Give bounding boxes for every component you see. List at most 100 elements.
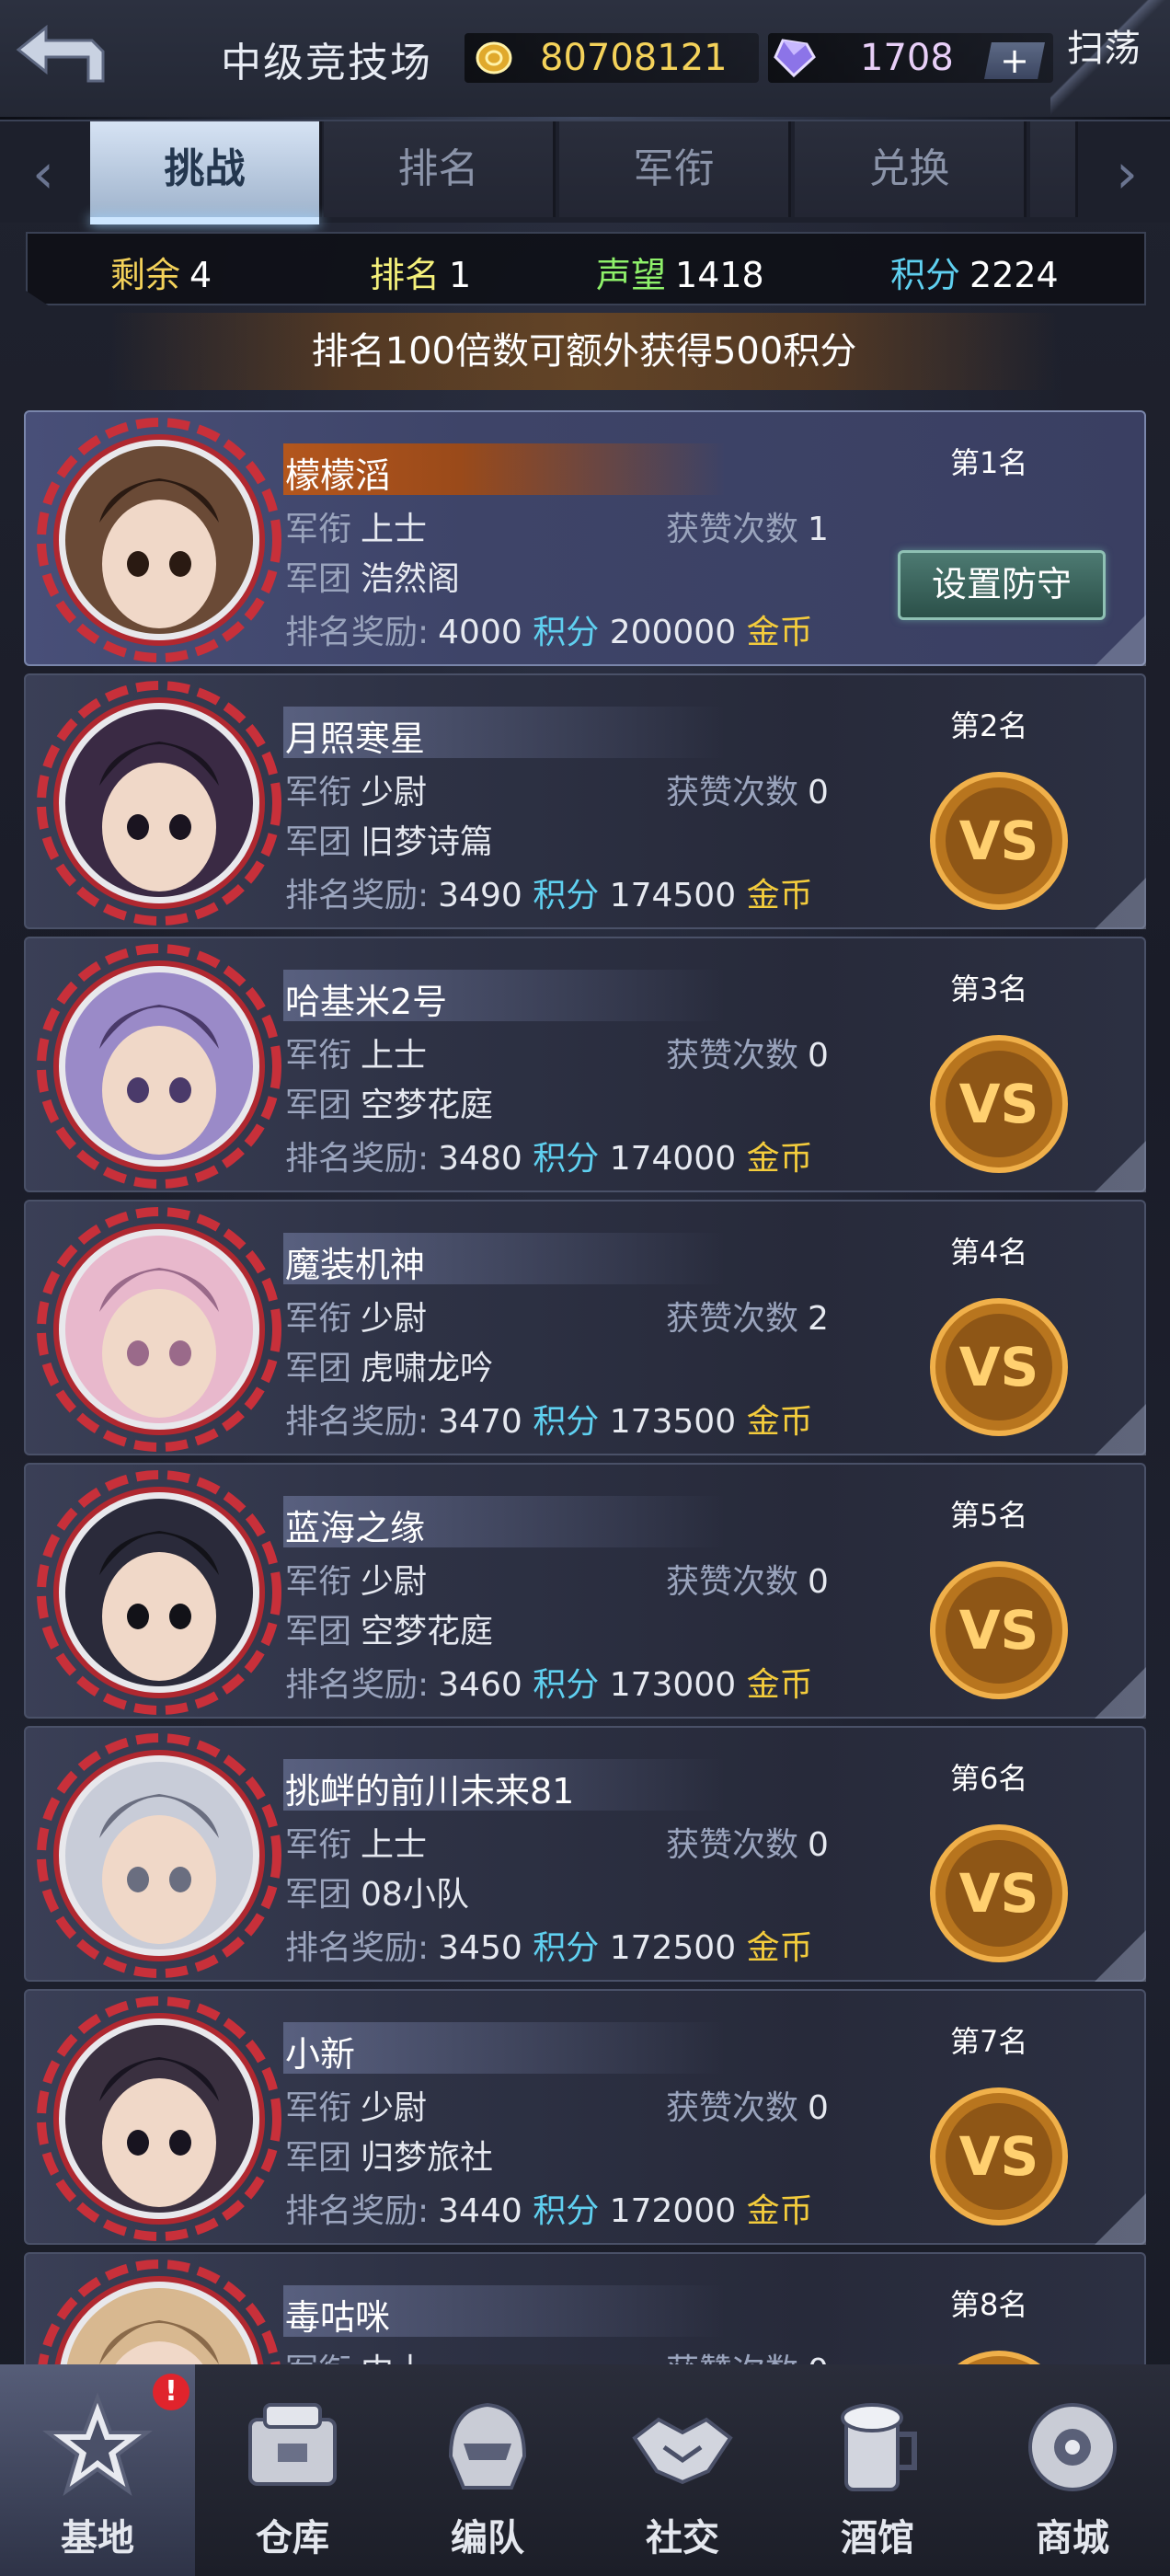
likes-value: 0: [808, 1037, 829, 1075]
nav-shop[interactable]: 商城: [975, 2364, 1170, 2576]
stat-prestige: 声望 1418: [596, 255, 764, 295]
player-avatar[interactable]: [35, 412, 283, 668]
reward-points: 3490: [438, 877, 522, 914]
player-rank: 第8名: [950, 2287, 1028, 2322]
reward-gold: 172000: [609, 2192, 737, 2230]
svg-text:VS: VS: [959, 1336, 1039, 1398]
tab-next-icon[interactable]: ›: [1104, 142, 1150, 206]
tab-ranking[interactable]: 排名: [324, 121, 556, 217]
nav-formation[interactable]: 编队: [390, 2364, 585, 2576]
likes-value: 2: [808, 1300, 829, 1338]
guild-value: 08小队: [361, 1876, 469, 1914]
military-rank-line: 军衔 少尉: [285, 1300, 428, 1338]
gem-amount: 1708: [860, 37, 954, 79]
player-avatar[interactable]: [35, 1991, 283, 2247]
opponent-row[interactable]: 挑衅的前川未来81 第6名 军衔 上士 获赞次数 0 军团 08小队 排名奖励: 345…: [24, 1726, 1146, 1982]
top-bar: 中级竞技场 80708121 1708 + 扫荡: [0, 0, 1170, 121]
player-name: 哈基米2号: [285, 982, 448, 1022]
tab-overflow: [1030, 121, 1078, 217]
gold-unit: 金币: [746, 1666, 813, 1704]
reward-line: 排名奖励: 3480 积分 174000 金币: [285, 1132, 813, 1179]
player-name: 毒咕咪: [285, 2297, 391, 2338]
player-rank: 第5名: [950, 1498, 1028, 1533]
vs-icon: VS: [930, 1298, 1068, 1436]
tab-exchange[interactable]: 兑换: [795, 121, 1027, 217]
vs-challenge-button[interactable]: VS: [927, 1032, 1071, 1176]
stats-bar: 剩余 4 排名 1 声望 1418 积分 2224: [26, 232, 1146, 305]
vs-challenge-button[interactable]: VS: [927, 2348, 1071, 2364]
reward-label: 排名奖励:: [285, 1929, 430, 1967]
nav-base[interactable]: ! 基地: [0, 2364, 195, 2576]
svg-text:VS: VS: [959, 1073, 1039, 1135]
points-unit: 积分: [533, 1140, 600, 1178]
guild-line: 军团 08小队: [285, 1876, 469, 1914]
nav-warehouse[interactable]: 仓库: [195, 2364, 390, 2576]
reward-label: 排名奖励:: [285, 1403, 430, 1441]
guild-value: 虎啸龙吟: [361, 1350, 494, 1387]
opponent-row[interactable]: 檬檬滔 第1名 军衔 上士 获赞次数 1 军团 浩然阁 排名奖励: 4000 积分 20…: [24, 410, 1146, 666]
vs-challenge-button[interactable]: VS: [927, 2085, 1071, 2228]
vs-challenge-button[interactable]: VS: [927, 1295, 1071, 1439]
opponent-row[interactable]: 哈基米2号 第3名 军衔 上士 获赞次数 0 军团 空梦花庭 排名奖励: 3480 积分…: [24, 937, 1146, 1192]
military-rank-line: 军衔 上士: [285, 1037, 428, 1075]
vs-icon: VS: [930, 1824, 1068, 1962]
tab-challenge[interactable]: 挑战: [90, 121, 322, 224]
likes-line: 获赞次数0: [666, 1037, 829, 1075]
vs-icon: VS: [930, 772, 1068, 910]
opponent-row[interactable]: 毒咕咪 第8名 军衔中士 获赞次数0 军团 VS: [24, 2252, 1146, 2364]
reward-gold: 173000: [609, 1666, 737, 1704]
vs-challenge-button[interactable]: VS: [927, 1558, 1071, 1702]
vs-challenge-button[interactable]: VS: [927, 1822, 1071, 1965]
gold-unit: 金币: [746, 1929, 813, 1967]
player-avatar[interactable]: [35, 2254, 283, 2364]
opponent-row[interactable]: 小新 第7名 军衔 少尉 获赞次数 0 军团 归梦旅社 排名奖励: 3440 积分 17…: [24, 1989, 1146, 2245]
player-avatar[interactable]: [35, 1465, 283, 1720]
opponent-list: 檬檬滔 第1名 军衔 上士 获赞次数 1 军团 浩然阁 排名奖励: 4000 积分 20…: [0, 405, 1170, 2364]
player-rank: 第7名: [950, 2024, 1028, 2059]
likes-line: 获赞次数0: [666, 2089, 829, 2127]
reward-points: 3470: [438, 1403, 522, 1441]
player-avatar[interactable]: [35, 1728, 283, 1984]
military-rank-line: 军衔 少尉: [285, 1563, 428, 1601]
vs-icon: VS: [930, 1035, 1068, 1173]
tab-prev-icon[interactable]: ‹: [20, 142, 66, 206]
stat-remaining: 剩余 4: [110, 255, 212, 295]
back-button[interactable]: [9, 17, 110, 90]
opponent-row[interactable]: 魔装机神 第4名 军衔 少尉 获赞次数 2 军团 虎啸龙吟 排名奖励: 3470 积分 …: [24, 1200, 1146, 1455]
gold-unit: 金币: [746, 877, 813, 914]
player-rank: 第4名: [950, 1235, 1028, 1270]
reward-points: 3440: [438, 2192, 522, 2230]
opponent-row[interactable]: 蓝海之缘 第5名 军衔 少尉 获赞次数 0 军团 空梦花庭 排名奖励: 3460 积分 …: [24, 1463, 1146, 1719]
likes-value: 1: [808, 511, 829, 548]
nav-tavern[interactable]: 酒馆: [780, 2364, 975, 2576]
gold-amount: 80708121: [540, 37, 728, 79]
add-gems-button[interactable]: +: [984, 42, 1045, 79]
base-star-icon: [42, 2392, 153, 2496]
military-rank-line: 军衔 上士: [285, 511, 428, 548]
opponent-row[interactable]: 月照寒星 第2名 军衔 少尉 获赞次数 0 军团 旧梦诗篇 排名奖励: 3490 积分 …: [24, 673, 1146, 929]
military-rank-line: 军衔 少尉: [285, 2089, 428, 2127]
gold-currency: 80708121: [465, 33, 759, 83]
player-name: 小新: [285, 2034, 356, 2075]
points-unit: 积分: [533, 877, 600, 914]
reward-gold: 172500: [609, 1929, 737, 1967]
tab-military-rank[interactable]: 军衔: [559, 121, 791, 217]
reward-line: 排名奖励: 3470 积分 173500 金币: [285, 1395, 813, 1443]
nav-social[interactable]: 社交: [585, 2364, 780, 2576]
likes-value: 0: [808, 2089, 829, 2127]
military-rank-value: 上士: [361, 1826, 428, 1864]
player-avatar[interactable]: [35, 1202, 283, 1457]
military-rank-value: 上士: [361, 511, 428, 548]
player-avatar[interactable]: [35, 675, 283, 931]
sweep-button[interactable]: 扫荡: [1067, 18, 1141, 72]
player-avatar[interactable]: [35, 938, 283, 1194]
svg-text:VS: VS: [959, 1599, 1039, 1662]
points-unit: 积分: [533, 1403, 600, 1441]
set-defense-button[interactable]: 设置防守: [898, 550, 1106, 620]
page-title: 中级竞技场: [221, 40, 432, 86]
points-unit: 积分: [533, 1666, 600, 1704]
reward-points: 3450: [438, 1929, 522, 1967]
vs-challenge-button[interactable]: VS: [927, 769, 1071, 913]
back-arrow-icon: [16, 24, 105, 83]
reward-label: 排名奖励:: [285, 877, 430, 914]
